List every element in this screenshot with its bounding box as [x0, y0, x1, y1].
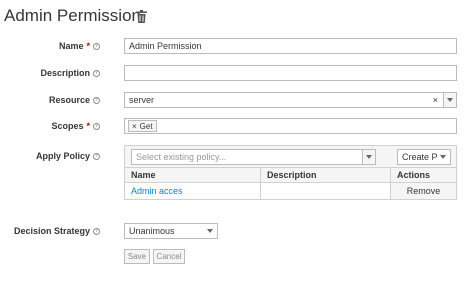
resource-select-value: server [129, 95, 155, 105]
decision-strategy-select[interactable]: Unanimous [124, 223, 218, 239]
chevron-down-icon [440, 155, 446, 159]
name-label-text: Name [58, 41, 84, 51]
scopes-label-text: Scopes [51, 121, 84, 131]
create-policy-select[interactable]: Create P [397, 149, 451, 165]
resource-label: Resource ? [20, 93, 100, 107]
chevron-down-icon [207, 229, 213, 233]
description-input[interactable] [124, 65, 457, 81]
page-title: Admin Permission [4, 6, 141, 25]
required-asterisk: * [86, 41, 90, 51]
save-button[interactable]: Save [124, 249, 150, 264]
policy-name-link[interactable]: Admin acces [125, 183, 261, 199]
chip-remove-icon[interactable]: × [132, 122, 137, 131]
remove-policy-button[interactable]: Remove [391, 183, 456, 199]
help-icon[interactable]: ? [93, 227, 100, 235]
cancel-button[interactable]: Cancel [153, 249, 185, 264]
help-icon[interactable]: ? [93, 42, 100, 50]
apply-policy-label-text: Apply Policy [35, 151, 90, 161]
decision-strategy-value: Unanimous [129, 226, 175, 236]
policy-table: Select existing policy... Create P Name … [124, 145, 457, 200]
apply-policy-label: Apply Policy ? [20, 149, 100, 163]
scopes-label: Scopes * ? [20, 119, 100, 133]
column-header-name: Name [125, 168, 261, 182]
policy-description-cell [261, 183, 391, 199]
chevron-down-icon[interactable] [362, 150, 375, 164]
trash-icon[interactable] [136, 10, 147, 23]
policy-search-select[interactable]: Select existing policy... [131, 149, 376, 165]
description-label: Description ? [20, 66, 100, 80]
policy-table-header: Name Description Actions [125, 168, 456, 183]
resource-label-text: Resource [48, 95, 90, 105]
help-icon[interactable]: ? [93, 152, 100, 160]
column-header-actions: Actions [397, 170, 431, 180]
required-asterisk: * [86, 121, 90, 131]
name-input-value: Admin Permission [129, 41, 202, 51]
name-label: Name * ? [20, 39, 100, 53]
scopes-input[interactable]: × Get [124, 118, 457, 134]
create-policy-label: Create P [402, 152, 438, 162]
clear-icon[interactable]: × [433, 96, 438, 105]
help-icon[interactable]: ? [93, 96, 100, 104]
help-icon[interactable]: ? [93, 122, 100, 130]
scope-chip-label: Get [139, 121, 153, 131]
scope-chip: × Get [128, 120, 157, 132]
name-input[interactable]: Admin Permission [124, 38, 457, 54]
chevron-down-icon[interactable] [443, 93, 456, 107]
policy-select-placeholder: Select existing policy... [136, 152, 227, 162]
help-icon[interactable]: ? [93, 69, 100, 77]
description-label-text: Description [40, 68, 90, 78]
column-header-description: Description [261, 168, 391, 182]
table-row: Admin acces Remove [125, 183, 456, 199]
resource-select[interactable]: server × [124, 92, 457, 108]
decision-strategy-label-text: Decision Strategy [13, 226, 90, 236]
decision-strategy-label: Decision Strategy ? [10, 224, 100, 238]
